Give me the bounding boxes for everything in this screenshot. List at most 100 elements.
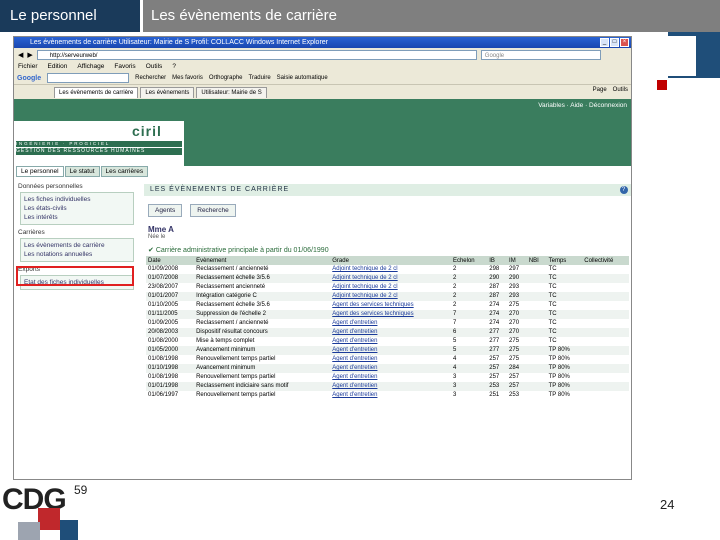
minimize-icon[interactable]: _ xyxy=(600,38,609,47)
agents-button[interactable]: Agents xyxy=(148,204,183,217)
address-input[interactable]: http://serveurweb/ xyxy=(36,50,477,60)
maximize-icon[interactable]: □ xyxy=(610,38,619,47)
person-name: Mme A xyxy=(148,225,174,234)
table-row[interactable]: 01/08/1998 Renouvellement temps partiel Ag… xyxy=(146,373,629,382)
table-row[interactable]: 23/08/2007 Reclassement ancienneté Adjoint… xyxy=(146,283,629,292)
table-cell[interactable]: Adjoint technique de 2 cl xyxy=(330,274,451,283)
menu-tools[interactable]: Outils xyxy=(146,62,163,72)
menu-help[interactable]: ? xyxy=(172,62,176,72)
search-button[interactable]: Recherche xyxy=(190,204,236,217)
help-link[interactable]: Aide xyxy=(570,102,583,109)
table-row[interactable]: 01/08/2000 Mise à temps complet Agent d'en… xyxy=(146,337,629,346)
table-cell: 2 xyxy=(450,292,488,301)
col-date[interactable]: Date xyxy=(146,256,195,265)
table-row[interactable]: 01/09/2005 Reclassement / ancienneté Agent… xyxy=(146,319,629,328)
table-cell: 293 xyxy=(507,292,527,301)
table-row[interactable]: 01/06/1997 Renouvellement temps partiel Ag… xyxy=(146,391,629,400)
nav-item-fiches[interactable]: Les fiches individuelles xyxy=(24,195,130,204)
google-search-input[interactable] xyxy=(47,73,130,83)
nav-section-head[interactable]: Données personnelles xyxy=(16,183,134,190)
table-row[interactable]: 01/05/2000 Avancement minimum Agent d'entr… xyxy=(146,346,629,355)
table-row[interactable]: 01/08/1998 Renouvellement temps partiel Ag… xyxy=(146,355,629,364)
google-bookmarks-button[interactable]: Mes favoris xyxy=(172,75,203,81)
table-cell[interactable]: Agent d'entretien xyxy=(330,337,451,346)
col-im[interactable]: IM xyxy=(507,256,527,265)
variables-link[interactable]: Variables xyxy=(538,102,565,109)
logout-link[interactable]: Déconnexion xyxy=(589,102,627,109)
table-cell[interactable]: Adjoint technique de 2 cl xyxy=(330,292,451,301)
table-cell xyxy=(582,310,629,319)
table-cell xyxy=(582,319,629,328)
nav-item-career-events[interactable]: Les évènements de carrière xyxy=(24,241,130,250)
tab-personnel[interactable]: Le personnel xyxy=(16,166,64,177)
col-nbi[interactable]: NBI xyxy=(526,256,547,265)
table-cell xyxy=(582,364,629,373)
cdg-logo-sup: 59 xyxy=(74,483,88,497)
close-icon[interactable]: × xyxy=(620,38,629,47)
table-cell xyxy=(526,346,547,355)
table-cell: 257 xyxy=(489,374,500,380)
nav-section-head[interactable]: Carrières xyxy=(16,229,134,236)
browser-tab-1[interactable]: Les évènements de carrière xyxy=(54,87,139,98)
table-row[interactable]: 20/08/2003 Dispositif résultat concours Ag… xyxy=(146,328,629,337)
google-translate-button[interactable]: Traduire xyxy=(249,75,271,81)
help-icon[interactable]: ? xyxy=(620,186,628,194)
col-echelon[interactable]: Echelon xyxy=(450,256,488,265)
table-row[interactable]: 01/07/2008 Reclassement échelle 3/5.6 Adjo… xyxy=(146,274,629,283)
menu-edit[interactable]: Edition xyxy=(48,62,68,72)
nav-item-notations[interactable]: Les notations annuelles xyxy=(24,250,130,259)
back-icon[interactable]: ◀ xyxy=(18,51,23,59)
table-cell[interactable]: Agent des services techniques xyxy=(330,310,451,319)
tab-statut[interactable]: Le statut xyxy=(64,166,100,177)
table-cell: Renouvellement temps partiel xyxy=(196,392,276,398)
browser-tab-3[interactable]: Utilisateur: Mairie de S xyxy=(196,87,267,98)
tools-menu[interactable]: Outils xyxy=(613,87,628,93)
col-grade[interactable]: Grade xyxy=(330,256,451,265)
forward-icon[interactable]: ▶ xyxy=(27,51,32,59)
table-cell: Reclassement ancienneté xyxy=(196,284,266,290)
table-row[interactable]: 01/10/1998 Avancement minimum Agent d'entr… xyxy=(146,364,629,373)
career-line-text: Carrière administrative principale à par… xyxy=(155,247,329,254)
table-row[interactable]: 01/09/2008 Reclassement / ancienneté Adjoi… xyxy=(146,265,629,274)
col-event[interactable]: Evènement xyxy=(194,256,331,265)
table-cell: 277 xyxy=(487,346,508,355)
tab-carrieres[interactable]: Les carrières xyxy=(100,166,149,177)
nav-item-interets[interactable]: Les intérêts xyxy=(24,213,130,222)
table-cell[interactable]: Agent d'entretien xyxy=(330,391,451,400)
nav-item-etats-civils[interactable]: Les états-civils xyxy=(24,204,130,213)
table-cell[interactable]: Agent d'entretien xyxy=(330,382,451,391)
menu-view[interactable]: Affichage xyxy=(77,62,104,72)
col-collectivite[interactable]: Collectivité xyxy=(582,256,629,265)
table-cell[interactable]: Agent d'entretien xyxy=(330,319,451,328)
google-autofill-button[interactable]: Saisie automatique xyxy=(277,75,328,81)
table-cell: 01/08/1998 xyxy=(148,356,179,362)
col-time[interactable]: Temps xyxy=(546,256,583,265)
table-cell[interactable]: Adjoint technique de 2 cl xyxy=(330,265,451,274)
table-cell[interactable]: Agent des services techniques xyxy=(330,301,451,310)
table-cell: TP 80% xyxy=(546,382,583,391)
table-row[interactable]: 01/01/2007 Intégration catégorie C Adjoint… xyxy=(146,292,629,301)
table-row[interactable]: 01/11/2005 Suppression de l'échelle 2 Agen… xyxy=(146,310,629,319)
table-cell[interactable]: Agent d'entretien xyxy=(330,346,451,355)
table-cell[interactable]: Agent d'entretien xyxy=(330,355,451,364)
table-cell[interactable]: Agent d'entretien xyxy=(330,328,451,337)
table-cell: 275 xyxy=(507,346,527,355)
table-cell[interactable]: Agent d'entretien xyxy=(330,364,451,373)
col-ib[interactable]: IB xyxy=(487,256,508,265)
browser-search-input[interactable]: Google xyxy=(480,50,601,60)
table-row[interactable]: 01/01/1998 Reclassement indiciaire sans m… xyxy=(146,382,629,391)
page-menu[interactable]: Page xyxy=(593,87,607,93)
table-cell xyxy=(582,337,629,346)
table-cell[interactable]: Agent d'entretien xyxy=(330,373,451,382)
table-cell[interactable]: Adjoint technique de 2 cl xyxy=(330,283,451,292)
menu-file[interactable]: Fichier xyxy=(18,62,38,72)
google-spellcheck-button[interactable]: Orthographe xyxy=(209,75,243,81)
browser-tab-2[interactable]: Les évènements xyxy=(140,87,195,98)
table-row[interactable]: 01/10/2005 Reclassement échelle 3/5.6 Agen… xyxy=(146,301,629,310)
google-search-button[interactable]: Rechercher xyxy=(135,75,166,81)
menu-favorites[interactable]: Favoris xyxy=(114,62,135,72)
table-cell: 01/08/2000 xyxy=(148,338,179,344)
table-cell: 2 xyxy=(450,274,488,283)
table-cell: 01/10/1998 xyxy=(146,364,195,373)
table-cell: Dispositif résultat concours xyxy=(194,328,331,337)
